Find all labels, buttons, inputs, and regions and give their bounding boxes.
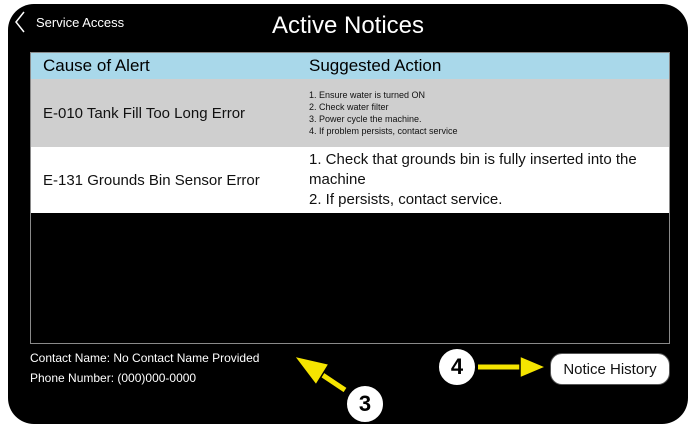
contact-info: Contact Name: No Contact Name Provided P… [30, 348, 259, 388]
notice-history-button[interactable]: Notice History [550, 353, 670, 385]
contact-name: Contact Name: No Contact Name Provided [30, 351, 260, 365]
action-step: 4. If problem persists, contact service [309, 126, 458, 136]
action-step: 2. If persists, contact service. [309, 191, 503, 208]
action-step: 2. Check water filter [309, 102, 389, 112]
page-title: Active Notices [271, 12, 425, 39]
callout-4: 4 [437, 347, 477, 387]
table-row[interactable]: E-010 Tank Fill Too Long Error 1. Ensure… [31, 79, 669, 147]
table-row[interactable]: E-131 Grounds Bin Sensor Error 1. Check … [31, 147, 669, 213]
action-step: 1. Check that grounds bin is fully inser… [309, 151, 637, 188]
column-header-cause: Cause of Alert [43, 56, 150, 75]
callout-3: 3 [345, 384, 385, 424]
alert-cause: E-131 Grounds Bin Sensor Error [43, 171, 260, 189]
notices-table: Cause of Alert Suggested Action E-010 Ta… [30, 52, 670, 344]
column-header-action: Suggested Action [309, 56, 442, 75]
device-screen: Service Access Active Notices Cause of A… [8, 4, 688, 424]
suggested-action: 1. Check that grounds bin is fully inser… [297, 150, 669, 210]
suggested-action: 1. Ensure water is turned ON 2. Check wa… [297, 89, 669, 137]
action-step: 1. Ensure water is turned ON [309, 90, 426, 100]
table-header: Cause of Alert Suggested Action [31, 53, 669, 79]
phone-number: Phone Number: (000)000-0000 [30, 371, 197, 385]
action-step: 3. Power cycle the machine. [309, 114, 422, 124]
alert-cause: E-010 Tank Fill Too Long Error [43, 104, 246, 122]
